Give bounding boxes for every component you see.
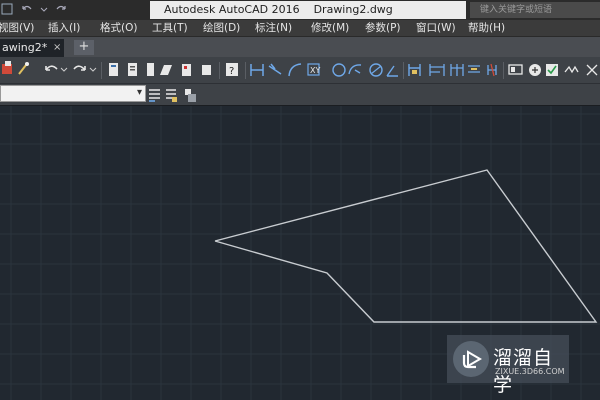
calculator-icon[interactable]	[128, 63, 137, 76]
standard-toolbar: ? XY	[0, 57, 600, 84]
undo-icon[interactable]	[20, 2, 34, 19]
radius-icon[interactable]	[332, 63, 346, 77]
window-title: Autodesk AutoCAD 2016 Drawing2.dwg	[150, 1, 466, 19]
new-tab-button[interactable]: +	[74, 40, 94, 55]
title-bar: Autodesk AutoCAD 2016 Drawing2.dwg 键入关键字…	[0, 0, 600, 20]
angular-icon[interactable]	[386, 65, 398, 77]
aligned-dimension-icon[interactable]	[268, 63, 282, 75]
continue-icon[interactable]	[450, 64, 464, 76]
dimension-break-icon[interactable]	[487, 63, 497, 77]
close-icon[interactable]: ×	[53, 39, 61, 57]
chevron-down-icon[interactable]	[60, 67, 68, 72]
menu-item-help[interactable]: 帮助(H)	[468, 21, 505, 36]
dimension-edit-icon[interactable]	[586, 64, 598, 76]
menu-item-modify[interactable]: 修改(M)	[311, 21, 349, 36]
tolerance-icon[interactable]	[508, 64, 523, 75]
menu-item-view[interactable]: 视图(V)	[0, 21, 34, 36]
menu-bar: 视图(V) 插入(I) 格式(O) 工具(T) 绘图(D) 标注(N) 修改(M…	[0, 20, 600, 37]
brush-icon[interactable]	[18, 62, 29, 75]
redo-icon[interactable]	[54, 2, 68, 19]
chevron-down-icon[interactable]	[89, 67, 97, 72]
design-center-icon[interactable]	[160, 65, 172, 75]
tab-label: awing2*	[2, 41, 48, 54]
match-properties-icon[interactable]	[2, 61, 12, 74]
menu-item-format[interactable]: 格式(O)	[100, 21, 137, 36]
layer-previous-icon[interactable]	[149, 89, 160, 102]
inspect-icon[interactable]	[546, 64, 558, 76]
make-current-icon[interactable]	[166, 89, 177, 102]
tab-drawing2[interactable]: awing2* ×	[0, 39, 64, 57]
pan-icon[interactable]	[109, 63, 118, 76]
jogged-icon[interactable]	[348, 64, 362, 75]
menu-item-parameters[interactable]: 参数(P)	[365, 21, 401, 36]
file-tab-bar: awing2* × +	[0, 37, 600, 57]
chevron-down-icon: ▾	[136, 87, 142, 98]
arc-length-icon[interactable]	[288, 63, 302, 77]
menu-item-insert[interactable]: 插入(I)	[48, 21, 80, 36]
dropdown-arrow-icon[interactable]	[40, 2, 48, 19]
menu-item-draw[interactable]: 绘图(D)	[203, 21, 240, 36]
layer-state-icon[interactable]	[185, 89, 196, 102]
jogged-linear-icon[interactable]	[564, 65, 579, 74]
menu-item-dimension[interactable]: 标注(N)	[255, 21, 292, 36]
quick-access-toolbar	[0, 2, 68, 19]
watermark-logo	[453, 341, 489, 377]
baseline-icon[interactable]	[429, 64, 445, 76]
redo-icon[interactable]	[73, 65, 86, 71]
help-icon[interactable]: ?	[226, 63, 238, 77]
linear-dimension-icon[interactable]	[250, 64, 264, 76]
watermark: 溜溜自学 ZIXUE.3D66.COM	[447, 335, 569, 396]
markup-icon[interactable]	[202, 65, 211, 75]
toolbar-icons: ? XY	[2, 61, 598, 79]
menu-item-window[interactable]: 窗口(W)	[416, 21, 456, 36]
save-icon[interactable]	[0, 2, 14, 19]
properties-icon[interactable]	[147, 63, 154, 76]
diameter-icon[interactable]	[369, 63, 383, 77]
ordinate-icon[interactable]: XY	[307, 63, 320, 76]
quick-dimension-icon[interactable]	[408, 64, 421, 76]
dimension-space-icon[interactable]	[468, 65, 480, 73]
svg-text:XY: XY	[310, 66, 320, 75]
undo-icon[interactable]	[45, 65, 58, 71]
center-mark-icon[interactable]	[529, 64, 541, 76]
menu-item-tools[interactable]: 工具(T)	[152, 21, 188, 36]
svg-text:?: ?	[229, 66, 234, 77]
watermark-url: ZIXUE.3D66.COM	[495, 367, 565, 376]
tool-palette-icon[interactable]	[182, 64, 191, 76]
layer-dropdown[interactable]: ▾	[0, 85, 146, 102]
search-input[interactable]: 键入关键字或短语	[470, 2, 600, 18]
